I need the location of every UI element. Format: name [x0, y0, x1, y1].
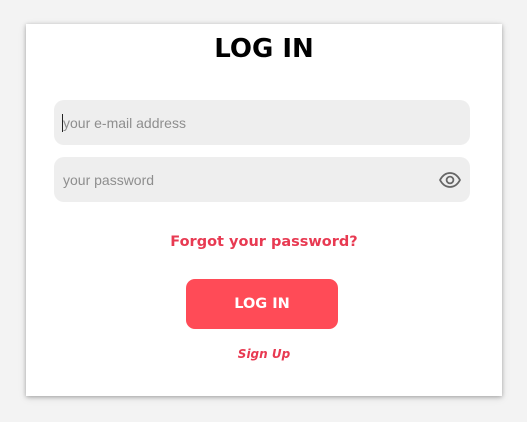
eye-icon[interactable]: [438, 168, 462, 192]
email-field[interactable]: [54, 100, 470, 145]
page-background: LOG IN Forgot your password? LOG IN Sign…: [0, 0, 527, 422]
text-caret: [62, 114, 63, 132]
password-field[interactable]: [54, 157, 470, 202]
login-card: LOG IN Forgot your password? LOG IN Sign…: [26, 24, 502, 396]
page-title: LOG IN: [214, 34, 314, 64]
forgot-password-link[interactable]: Forgot your password?: [26, 234, 502, 250]
password-field-container: [54, 157, 470, 202]
email-field-container: [54, 100, 470, 145]
login-button[interactable]: LOG IN: [186, 279, 338, 329]
sign-up-link[interactable]: Sign Up: [26, 347, 502, 361]
